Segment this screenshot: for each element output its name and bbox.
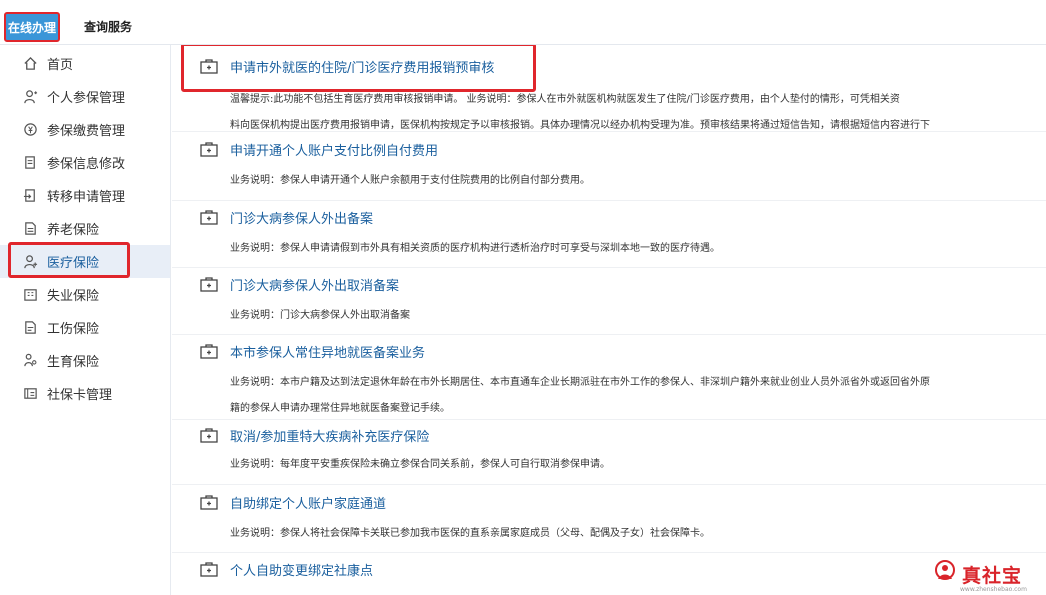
divider: [172, 131, 1046, 132]
document-icon: [22, 221, 38, 237]
service-item: 取消/参加重特大疾病补充医疗保险 业务说明：每年度平安重疾保险未确立参保合同关系…: [172, 424, 1046, 478]
building-icon: [22, 287, 38, 303]
service-description: 业务说明：参保人将社会保障卡关联已参加我市医保的直系亲属家庭成员（父母、配偶及子…: [230, 528, 710, 539]
service-link[interactable]: 自助绑定个人账户家庭通道: [230, 493, 386, 512]
service-link[interactable]: 门诊大病参保人外出备案: [230, 208, 373, 227]
divider: [172, 552, 1046, 553]
medical-kit-icon: [200, 343, 218, 359]
service-description: 料向医保机构提出医疗费用报销申请，医保机构按规定予以审核报销。具体办理情况以经办…: [230, 120, 930, 131]
service-link[interactable]: 取消/参加重特大疾病补充医疗保险: [230, 426, 429, 445]
watermark-logo-icon: [932, 559, 958, 589]
service-description: 业务说明：本市户籍及达到法定退休年龄在市外长期居住、本市直通车企业长期派驻在市外…: [230, 377, 930, 388]
divider: [172, 484, 1046, 485]
document-icon: [22, 320, 38, 336]
service-item: 自助绑定个人账户家庭通道 业务说明：参保人将社会保障卡关联已参加我市医保的直系亲…: [172, 491, 1046, 547]
service-item: 门诊大病参保人外出备案 业务说明：参保人申请请假到市外具有相关资质的医疗机构进行…: [172, 206, 1046, 262]
sidebar-item-label: 首页: [47, 58, 74, 73]
service-list: 申请市外就医的住院/门诊医疗费用报销预审核 温馨提示:此功能不包括生育医疗费用审…: [172, 45, 1046, 595]
medical-kit-icon: [200, 276, 218, 292]
tab-query-service[interactable]: 查询服务: [84, 18, 132, 35]
transfer-icon: [22, 188, 38, 204]
sidebar-item-personal-insurance[interactable]: 个人参保管理: [0, 80, 170, 113]
sidebar-item-info-modify[interactable]: 参保信息修改: [0, 146, 170, 179]
service-link[interactable]: 申请开通个人账户支付比例自付费用: [230, 140, 438, 159]
watermark: 真社宝 www.zhenshebao.com: [932, 556, 1042, 593]
service-link[interactable]: 本市参保人常住异地就医备案业务: [230, 342, 425, 361]
sidebar-item-label: 参保信息修改: [47, 157, 126, 172]
service-item: 门诊大病参保人外出取消备案 业务说明：门诊大病参保人外出取消备案: [172, 273, 1046, 329]
service-item: 个人自助变更绑定社康点: [172, 558, 1046, 580]
service-item: 本市参保人常住异地就医备案业务 业务说明：本市户籍及达到法定退休年龄在市外长期居…: [172, 340, 1046, 422]
divider: [172, 200, 1046, 201]
medical-kit-icon: [200, 58, 218, 74]
medical-kit-icon: [200, 494, 218, 510]
sidebar-item-label: 社保卡管理: [47, 388, 113, 403]
sidebar-item-transfer[interactable]: 转移申请管理: [0, 179, 170, 212]
sidebar-item-label: 转移申请管理: [47, 190, 126, 205]
service-description: 业务说明：参保人申请开通个人账户余额用于支付住院费用的比例自付部分费用。: [230, 175, 590, 186]
divider: [172, 267, 1046, 268]
sidebar-item-label: 生育保险: [47, 355, 100, 370]
service-description: 业务说明：参保人申请请假到市外具有相关资质的医疗机构进行透析治疗时可享受与深圳本…: [230, 243, 720, 254]
payment-icon: [22, 122, 38, 138]
sidebar: 首页 个人参保管理 参保缴费管理 参保信息修改 转移申请管理 养老保险 医疗保险…: [0, 45, 171, 595]
sidebar-item-injury[interactable]: 工伤保险: [0, 311, 170, 344]
sidebar-item-pension[interactable]: 养老保险: [0, 212, 170, 245]
sidebar-item-home[interactable]: 首页: [0, 47, 170, 80]
service-item: 申请市外就医的住院/门诊医疗费用报销预审核 温馨提示:此功能不包括生育医疗费用审…: [172, 45, 1046, 139]
person-icon: [22, 89, 38, 105]
service-link[interactable]: 个人自助变更绑定社康点: [230, 560, 373, 579]
top-tab-bar: 在线办理 查询服务: [0, 0, 1046, 45]
family-icon: [22, 353, 38, 369]
sidebar-item-card[interactable]: 社保卡管理: [0, 377, 170, 410]
medical-kit-icon: [200, 427, 218, 443]
card-icon: [22, 386, 38, 402]
document-edit-icon: [22, 155, 38, 171]
service-item: 申请开通个人账户支付比例自付费用 业务说明：参保人申请开通个人账户余额用于支付住…: [172, 138, 1046, 194]
service-description: 业务说明：门诊大病参保人外出取消备案: [230, 310, 410, 321]
medical-person-icon: [22, 254, 38, 270]
medical-kit-icon: [200, 561, 218, 577]
divider: [172, 334, 1046, 335]
sidebar-item-label: 医疗保险: [47, 256, 100, 271]
medical-kit-icon: [200, 141, 218, 157]
sidebar-item-maternity[interactable]: 生育保险: [0, 344, 170, 377]
sidebar-item-label: 工伤保险: [47, 322, 100, 337]
service-description: 业务说明：每年度平安重疾保险未确立参保合同关系前，参保人可自行取消参保申请。: [230, 459, 610, 470]
service-description: 温馨提示:此功能不包括生育医疗费用审核报销申请。 业务说明：参保人在市外就医机构…: [230, 94, 900, 105]
sidebar-item-payment[interactable]: 参保缴费管理: [0, 113, 170, 146]
medical-kit-icon: [200, 209, 218, 225]
home-icon: [22, 56, 38, 72]
service-link[interactable]: 门诊大病参保人外出取消备案: [230, 275, 399, 294]
sidebar-item-medical[interactable]: 医疗保险: [0, 242, 170, 278]
watermark-text: 真社宝: [962, 564, 1023, 587]
sidebar-item-label: 失业保险: [47, 289, 100, 304]
sidebar-item-label: 个人参保管理: [47, 91, 126, 106]
divider: [172, 419, 1046, 420]
service-link[interactable]: 申请市外就医的住院/门诊医疗费用报销预审核: [230, 57, 494, 76]
sidebar-item-label: 参保缴费管理: [47, 124, 126, 139]
sidebar-item-unemployment[interactable]: 失业保险: [0, 278, 170, 311]
tab-online-handling[interactable]: 在线办理: [4, 12, 60, 42]
watermark-url: www.zhenshebao.com: [960, 586, 1027, 593]
sidebar-item-label: 养老保险: [47, 223, 100, 238]
